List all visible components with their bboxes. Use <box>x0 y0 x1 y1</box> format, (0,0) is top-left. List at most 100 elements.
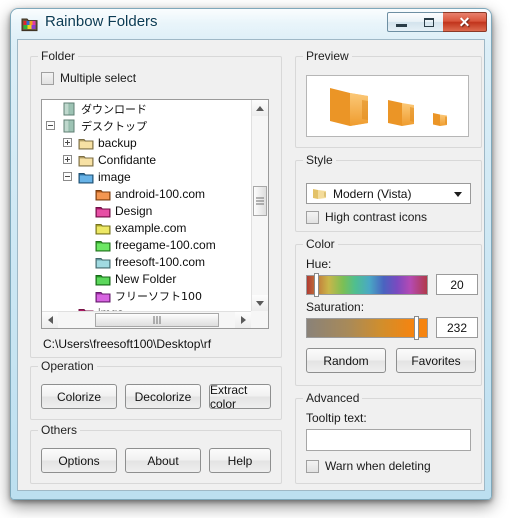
client-area: Folder Multiple select ダウンロード デスクトップ backu… <box>17 39 485 491</box>
tree-vertical-scrollbar[interactable] <box>251 100 268 311</box>
scroll-up-button[interactable] <box>252 100 268 116</box>
tree-item-label: Confidante <box>98 152 157 167</box>
minimize-button[interactable] <box>387 12 416 32</box>
preview-group-label: Preview <box>303 49 352 63</box>
close-button[interactable]: ✕ <box>443 12 487 32</box>
hue-slider[interactable] <box>306 273 428 297</box>
folder-yellow-icon <box>78 155 94 166</box>
expand-icon[interactable] <box>63 138 72 147</box>
tree-item[interactable]: image <box>42 168 251 185</box>
color-group-label: Color <box>303 237 338 251</box>
maximize-icon <box>424 17 434 27</box>
advanced-group: Advanced Tooltip text: Warn when deletin… <box>295 391 482 484</box>
high-contrast-checkbox-row[interactable]: High contrast icons <box>306 210 427 224</box>
style-group: Style Modern (Vista) High contrast icons <box>295 153 482 232</box>
scroll-grip-icon <box>153 316 161 324</box>
tree-item[interactable]: freesoft-100.com <box>42 253 251 270</box>
scroll-down-button[interactable] <box>252 295 268 311</box>
high-contrast-checkbox[interactable] <box>306 210 319 224</box>
scroll-grip-icon <box>256 197 264 205</box>
special-folder-teal-icon <box>63 119 75 132</box>
color-group: Color Hue: 20 Saturation: 232 Random Fav… <box>295 237 482 386</box>
operation-group: Operation Colorize Decolorize Extract co… <box>30 359 282 420</box>
tree-item-label: freegame-100.com <box>115 237 216 252</box>
tree-item-label: フリーソフト100 <box>115 289 202 303</box>
tree-item-label: backup <box>98 135 137 150</box>
selected-folder-path: C:\Users\freesoft100\Desktop\rf <box>43 337 212 351</box>
folder-green-bright-icon <box>95 240 111 251</box>
warn-when-deleting-checkbox-row[interactable]: Warn when deleting <box>306 459 431 473</box>
saturation-label: Saturation: <box>306 300 365 314</box>
collapse-icon[interactable] <box>46 121 55 130</box>
title-bar[interactable]: Rainbow Folders ✕ <box>11 9 491 39</box>
tree-item[interactable]: デスクトップ <box>42 117 251 134</box>
tooltip-text-label: Tooltip text: <box>306 411 367 425</box>
favorites-button[interactable]: Favorites <box>396 348 476 373</box>
tree-item[interactable]: Design <box>42 202 251 219</box>
extract-color-button[interactable]: Extract color <box>209 383 271 411</box>
warn-when-deleting-checkbox[interactable] <box>306 459 319 473</box>
tree-item[interactable]: New Folder <box>42 270 251 287</box>
folder-blue-icon <box>78 172 94 183</box>
tree-item-label: ダウンロード <box>81 102 147 116</box>
decolorize-button[interactable]: Decolorize <box>125 384 201 409</box>
colorize-button[interactable]: Colorize <box>41 384 117 409</box>
others-group-label: Others <box>38 423 81 437</box>
tree-item[interactable]: フリーソフト100 <box>42 287 251 304</box>
tree-item[interactable]: ダウンロード <box>42 100 251 117</box>
style-group-label: Style <box>303 153 336 167</box>
tree-horizontal-scrollbar[interactable] <box>42 311 251 328</box>
maximize-button[interactable] <box>415 12 444 32</box>
hue-label: Hue: <box>306 257 332 271</box>
rainbow-folder-icon <box>21 18 38 32</box>
folder-tree[interactable]: ダウンロード デスクトップ backup Confidante image android… <box>41 99 269 329</box>
folder-group: Folder Multiple select ダウンロード デスクトップ backu… <box>30 49 282 358</box>
high-contrast-label: High contrast icons <box>325 210 428 224</box>
special-folder-teal-icon <box>63 102 75 115</box>
folder-green-icon <box>95 274 111 285</box>
saturation-slider[interactable] <box>306 316 428 340</box>
folder-yellow-icon <box>313 188 326 199</box>
scrollbar-corner <box>251 311 268 328</box>
hue-value-field[interactable]: 20 <box>436 274 478 295</box>
chevron-right-icon <box>240 316 246 324</box>
tree-item[interactable]: imgs <box>42 304 251 311</box>
about-button[interactable]: About <box>125 448 201 473</box>
tree-item-label: Design <box>115 203 153 218</box>
options-button[interactable]: Options <box>41 448 117 473</box>
chevron-down-icon <box>256 300 264 306</box>
folder-tree-rows[interactable]: ダウンロード デスクトップ backup Confidante image android… <box>42 100 251 311</box>
window-title: Rainbow Folders <box>45 13 158 30</box>
saturation-slider-thumb[interactable] <box>414 316 420 340</box>
tree-hscroll-thumb[interactable] <box>95 313 219 327</box>
application-window: Rainbow Folders ✕ Folder Multiple select <box>10 8 492 500</box>
scroll-right-button[interactable] <box>235 312 251 328</box>
multiple-select-label: Multiple select <box>60 71 137 85</box>
tree-vscroll-thumb[interactable] <box>253 186 267 216</box>
saturation-value-field[interactable]: 232 <box>436 317 478 338</box>
preview-canvas <box>306 75 469 137</box>
close-icon: ✕ <box>458 14 471 30</box>
help-button[interactable]: Help <box>209 448 271 473</box>
hue-slider-thumb[interactable] <box>314 273 320 297</box>
tree-item[interactable]: Confidante <box>42 151 251 168</box>
operation-group-label: Operation <box>38 359 97 373</box>
random-color-button[interactable]: Random <box>306 348 386 373</box>
desktop-background: Rainbow Folders ✕ Folder Multiple select <box>0 0 510 518</box>
folder-orange-icon <box>95 189 111 200</box>
folder-yellow-bright-icon <box>95 223 111 234</box>
folder-yellow-icon <box>78 138 94 149</box>
tooltip-text-input[interactable] <box>306 429 471 451</box>
folder-cyan-icon <box>95 257 111 268</box>
tree-item[interactable]: android-100.com <box>42 185 251 202</box>
tree-item[interactable]: freegame-100.com <box>42 236 251 253</box>
tree-item[interactable]: example.com <box>42 219 251 236</box>
expand-icon[interactable] <box>63 155 72 164</box>
style-dropdown[interactable]: Modern (Vista) <box>306 183 471 204</box>
tree-item[interactable]: backup <box>42 134 251 151</box>
multiple-select-checkbox[interactable] <box>41 71 54 85</box>
collapse-icon[interactable] <box>63 172 72 181</box>
scroll-left-button[interactable] <box>42 312 58 328</box>
preview-group: Preview <box>295 49 482 148</box>
multiple-select-checkbox-row[interactable]: Multiple select <box>41 71 136 85</box>
